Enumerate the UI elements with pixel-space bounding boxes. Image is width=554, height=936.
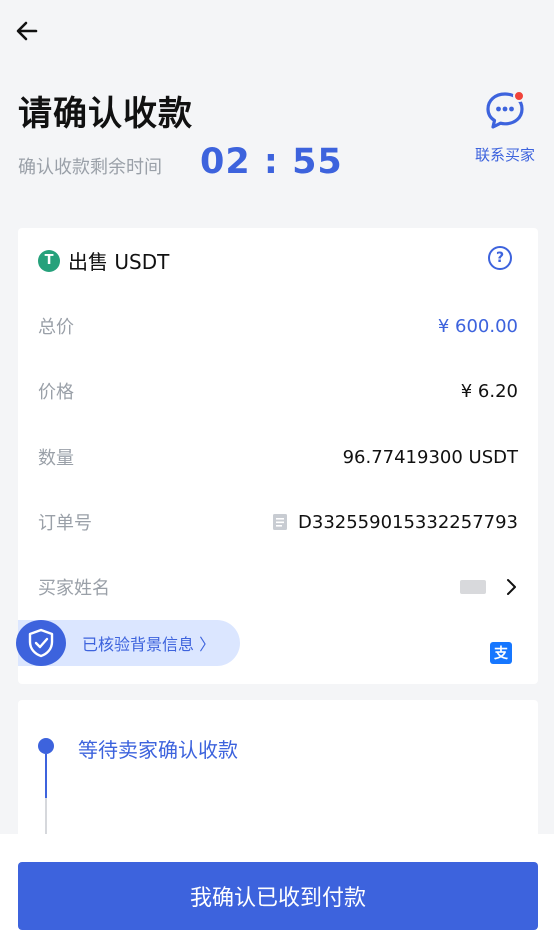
confirm-received-button[interactable]: 我确认已收到付款 bbox=[18, 862, 538, 930]
row-price: 价格 ¥ 6.20 bbox=[38, 376, 518, 406]
alipay-icon: 支 bbox=[490, 642, 512, 664]
page-title: 请确认收款 bbox=[18, 94, 193, 134]
verified-badge[interactable]: 已核验背景信息 〉 bbox=[16, 620, 240, 666]
status-card: 等待卖家确认收款 bbox=[18, 700, 538, 840]
chevron-right-icon bbox=[507, 579, 516, 595]
row-label: 总价 bbox=[38, 317, 74, 338]
copy-icon[interactable] bbox=[272, 513, 288, 531]
order-title: T 出售 USDT bbox=[38, 246, 169, 275]
chat-icon bbox=[486, 90, 525, 129]
contact-buyer-label: 联系买家 bbox=[474, 146, 535, 164]
verified-label: 已核验背景信息 〉 bbox=[82, 635, 216, 654]
row-total: 总价 ¥ 600.00 bbox=[38, 311, 518, 341]
quantity-value: 96.77419300 USDT bbox=[342, 446, 518, 468]
total-price-value: ¥ 600.00 bbox=[437, 315, 518, 337]
unit-price-value: ¥ 6.20 bbox=[460, 380, 518, 402]
row-buyer-name[interactable]: 买家姓名 bbox=[38, 572, 518, 602]
order-card: T 出售 USDT ? 总价 ¥ 600.00 价格 ¥ 6.20 数量 96.… bbox=[16, 228, 538, 684]
buyer-name bbox=[460, 578, 518, 596]
order-id: D332559015332257793 bbox=[272, 512, 518, 533]
countdown-timer: 02 : 55 bbox=[200, 142, 343, 182]
header: 请确认收款 确认收款剩余时间 02 : 55 联系买家 bbox=[0, 0, 554, 210]
row-label: 订单号 bbox=[38, 513, 92, 534]
help-icon[interactable]: ? bbox=[488, 246, 512, 270]
row-label: 数量 bbox=[38, 448, 74, 469]
back-button[interactable] bbox=[12, 16, 42, 46]
buyer-name-masked bbox=[460, 580, 486, 594]
order-id-value: D332559015332257793 bbox=[298, 511, 518, 533]
step-line bbox=[45, 754, 47, 798]
step-dot bbox=[38, 738, 54, 754]
timer-label: 确认收款剩余时间 bbox=[18, 157, 162, 178]
step-label: 等待卖家确认收款 bbox=[78, 738, 238, 762]
row-order-id: 订单号 D332559015332257793 bbox=[38, 507, 518, 537]
usdt-icon: T bbox=[38, 249, 60, 272]
footer: 我确认已收到付款 bbox=[0, 834, 554, 936]
order-title-text: 出售 USDT bbox=[68, 250, 170, 274]
arrow-left-icon bbox=[16, 21, 38, 41]
row-quantity: 数量 96.77419300 USDT bbox=[38, 442, 518, 472]
row-label: 价格 bbox=[38, 382, 74, 403]
contact-buyer-button[interactable]: 联系买家 bbox=[462, 88, 548, 172]
row-label: 买家姓名 bbox=[38, 578, 110, 599]
shield-icon bbox=[16, 620, 66, 666]
